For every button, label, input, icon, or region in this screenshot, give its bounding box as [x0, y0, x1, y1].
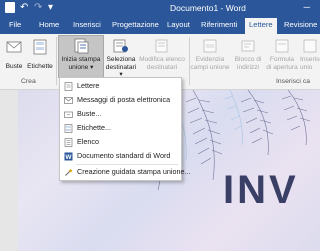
modifica-label-line2: destinatari — [146, 63, 178, 71]
seleziona-label-line1: Seleziona — [106, 56, 136, 63]
seleziona-destinatari-button[interactable]: Seleziona destinatari ▾ — [105, 36, 137, 79]
blocco-label-line1: Blocco di — [234, 56, 262, 63]
etichette-label: Etichette — [27, 63, 53, 70]
tab-riferimenti[interactable]: Riferimenti — [201, 20, 237, 29]
inizia-label-line2: unione ▾ — [68, 63, 94, 71]
inizia-stampa-unione-menu: Lettere Messaggi di posta elettronica Bu… — [59, 77, 190, 181]
minimize-icon[interactable]: ─ — [304, 2, 316, 12]
menu-label-elenco: Elenco — [77, 137, 99, 146]
envelope-icon — [6, 41, 22, 53]
formula-label-line2: di apertura — [266, 63, 298, 71]
highlight-fields-icon — [203, 39, 217, 53]
inizia-label-line1: Inizia stampa — [61, 56, 101, 63]
customize-quick-access-icon[interactable]: ▾ — [48, 2, 53, 14]
email-icon — [64, 97, 73, 104]
envelope-icon — [64, 111, 73, 118]
menu-item-lettere[interactable]: Lettere — [60, 80, 181, 92]
tab-progettazione[interactable]: Progettazione — [112, 20, 159, 29]
menu-item-elenco[interactable]: Elenco — [60, 136, 181, 148]
label-icon — [64, 124, 73, 133]
inserisci-label-line2: unio — [300, 63, 313, 71]
tab-file[interactable]: File — [9, 20, 21, 29]
group-label-crea: Crea — [21, 78, 36, 85]
group-separator — [56, 37, 57, 85]
buste-button[interactable]: Buste — [3, 36, 25, 71]
svg-text:W: W — [65, 154, 72, 161]
tab-revisione[interactable]: Revisione — [284, 20, 317, 29]
undo-icon[interactable]: ↶ — [20, 2, 28, 14]
ribbon-tabs: File Home Inserisci Progettazione Layout… — [0, 17, 320, 34]
evidenzia-label-line1: Evidenzia — [195, 56, 225, 63]
menu-item-creazione-guidata[interactable]: Creazione guidata stampa unione... — [60, 166, 190, 178]
title-bar: ↶ ↷ ▾ Documento1 - Word ─ — [0, 0, 320, 17]
greeting-line-icon — [275, 39, 289, 53]
menu-separator — [76, 164, 178, 165]
letter-icon — [64, 82, 73, 91]
menu-label-creazione-guidata: Creazione guidata stampa unione... — [77, 167, 191, 176]
wizard-icon — [65, 168, 73, 176]
inserisci-campo-unione-button[interactable]: Inserisc unio — [300, 36, 320, 71]
word-doc-icon: W — [64, 152, 73, 161]
menu-item-etichette[interactable]: Etichette... — [60, 122, 181, 134]
modifica-elenco-destinatari-button[interactable]: Modifica elenco destinatari — [138, 36, 186, 71]
window-controls: ─ — [304, 2, 316, 12]
address-block-icon — [241, 40, 255, 52]
etichette-button[interactable]: Etichette — [27, 36, 53, 71]
tab-layout[interactable]: Layout — [167, 20, 190, 29]
redo-icon[interactable]: ↷ — [34, 2, 42, 14]
formula-apertura-button[interactable]: Formula di apertura — [266, 36, 298, 71]
group-label-inserisci: Inserisci ca — [276, 78, 310, 85]
menu-item-documento-standard[interactable]: W Documento standard di Word — [60, 150, 181, 162]
menu-label-messaggi: Messaggi di posta elettronica — [77, 95, 171, 104]
menu-label-etichette: Etichette... — [77, 123, 111, 132]
edit-list-icon — [155, 39, 168, 53]
menu-label-documento-standard: Documento standard di Word — [77, 151, 171, 160]
evidenzia-campi-unione-button[interactable]: Evidenzia campi unione — [190, 36, 230, 71]
menu-item-buste[interactable]: Buste... — [60, 108, 181, 120]
tab-home[interactable]: Home — [39, 20, 59, 29]
tab-inserisci[interactable]: Inserisci — [73, 20, 101, 29]
menu-label-lettere: Lettere — [77, 81, 100, 90]
window-title: Documento1 - Word — [170, 3, 246, 13]
inserisci-label-line1: Inserisc — [300, 56, 320, 63]
blocco-label-line2: indirizzi — [237, 63, 259, 71]
inizia-stampa-unione-button[interactable]: Inizia stampa unione ▾ — [58, 35, 104, 78]
tab-lettere[interactable]: Lettere — [245, 18, 277, 34]
formula-label-line1: Formula — [269, 56, 295, 63]
save-icon[interactable] — [5, 2, 15, 13]
recipients-icon — [113, 39, 128, 53]
modifica-label-line1: Modifica elenco — [139, 56, 185, 63]
directory-icon — [64, 138, 73, 147]
mail-merge-icon — [74, 38, 89, 54]
menu-item-messaggi-posta[interactable]: Messaggi di posta elettronica — [60, 94, 181, 106]
menu-label-buste: Buste... — [77, 109, 102, 118]
evidenzia-label-line2: campi unione — [190, 63, 230, 71]
blocco-indirizzi-button[interactable]: Blocco di indirizzi — [232, 36, 264, 71]
labels-icon — [33, 39, 47, 55]
invitation-heading: INV — [223, 168, 299, 212]
insert-field-icon — [303, 39, 317, 53]
buste-label: Buste — [5, 63, 23, 70]
